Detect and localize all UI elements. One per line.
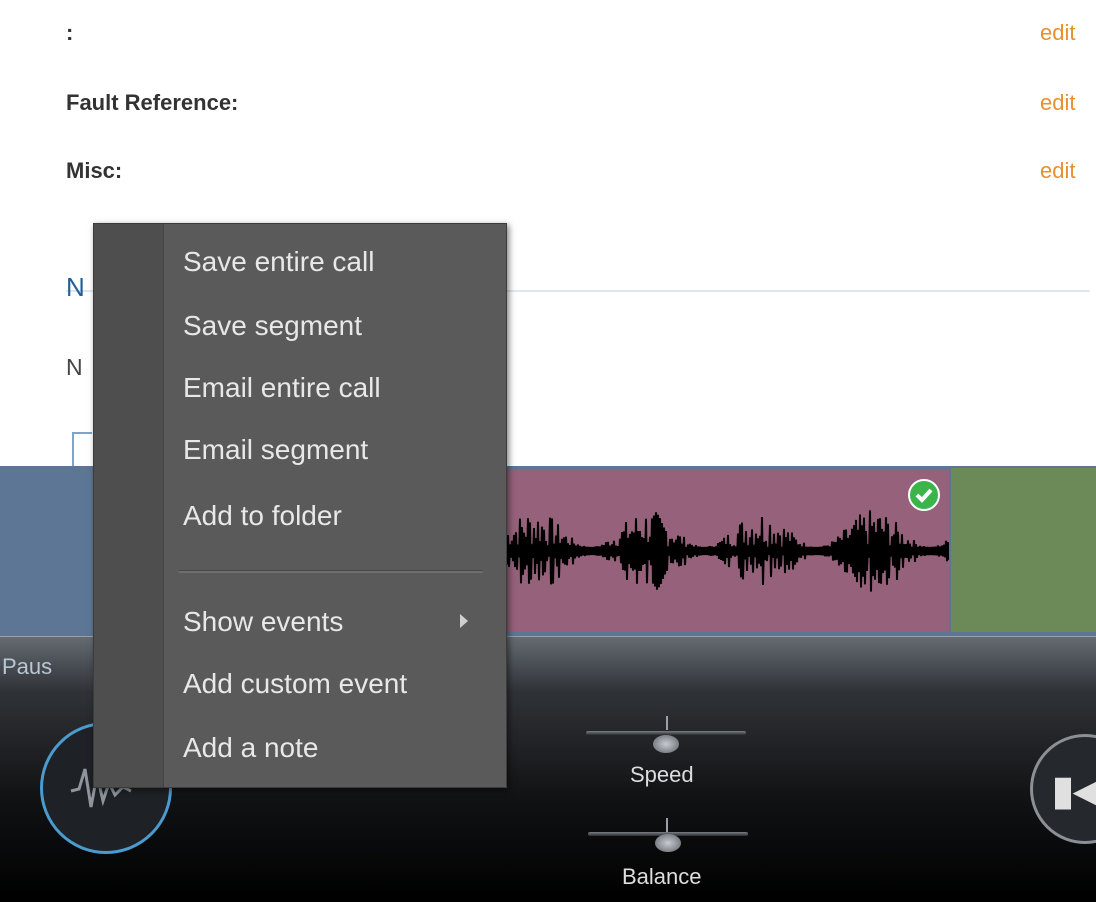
edit-link[interactable]: edit [1040, 20, 1075, 46]
balance-slider-knob[interactable] [655, 834, 681, 852]
edit-link-fault-reference[interactable]: edit [1040, 90, 1075, 116]
menu-item-save-segment[interactable]: Save segment [183, 310, 362, 342]
edit-link-misc[interactable]: edit [1040, 158, 1075, 184]
notes-section-title: N [66, 272, 85, 302]
balance-slider-tick [666, 818, 668, 832]
skip-back-icon: ▮◀ [1052, 769, 1096, 813]
submenu-arrow-icon [460, 614, 468, 628]
check-icon [908, 479, 940, 511]
speed-slider-tick [666, 716, 668, 730]
menu-item-add-custom-event[interactable]: Add custom event [183, 668, 407, 700]
context-menu-gutter [94, 224, 164, 787]
speed-label: Speed [630, 762, 694, 787]
speed-slider-knob[interactable] [653, 735, 679, 753]
player-status: Paus [2, 654, 53, 679]
field-label-fault-reference: Fault Reference: [66, 90, 239, 115]
notes-text: N [66, 354, 83, 380]
waveform-segment-next[interactable] [951, 468, 1096, 632]
menu-item-show-events[interactable]: Show events [183, 606, 343, 638]
menu-item-email-segment[interactable]: Email segment [183, 434, 368, 466]
menu-item-add-a-note[interactable]: Add a note [183, 732, 318, 764]
field-label: : [66, 20, 74, 45]
context-menu: Save entire call Save segment Email enti… [93, 223, 507, 788]
menu-item-email-entire-call[interactable]: Email entire call [183, 372, 381, 404]
field-label-misc: Misc: [66, 158, 123, 183]
waveform-graph [506, 510, 949, 592]
menu-item-add-to-folder[interactable]: Add to folder [183, 500, 342, 532]
menu-separator [179, 570, 483, 573]
menu-item-save-entire-call[interactable]: Save entire call [183, 246, 374, 278]
balance-label: Balance [622, 864, 702, 889]
